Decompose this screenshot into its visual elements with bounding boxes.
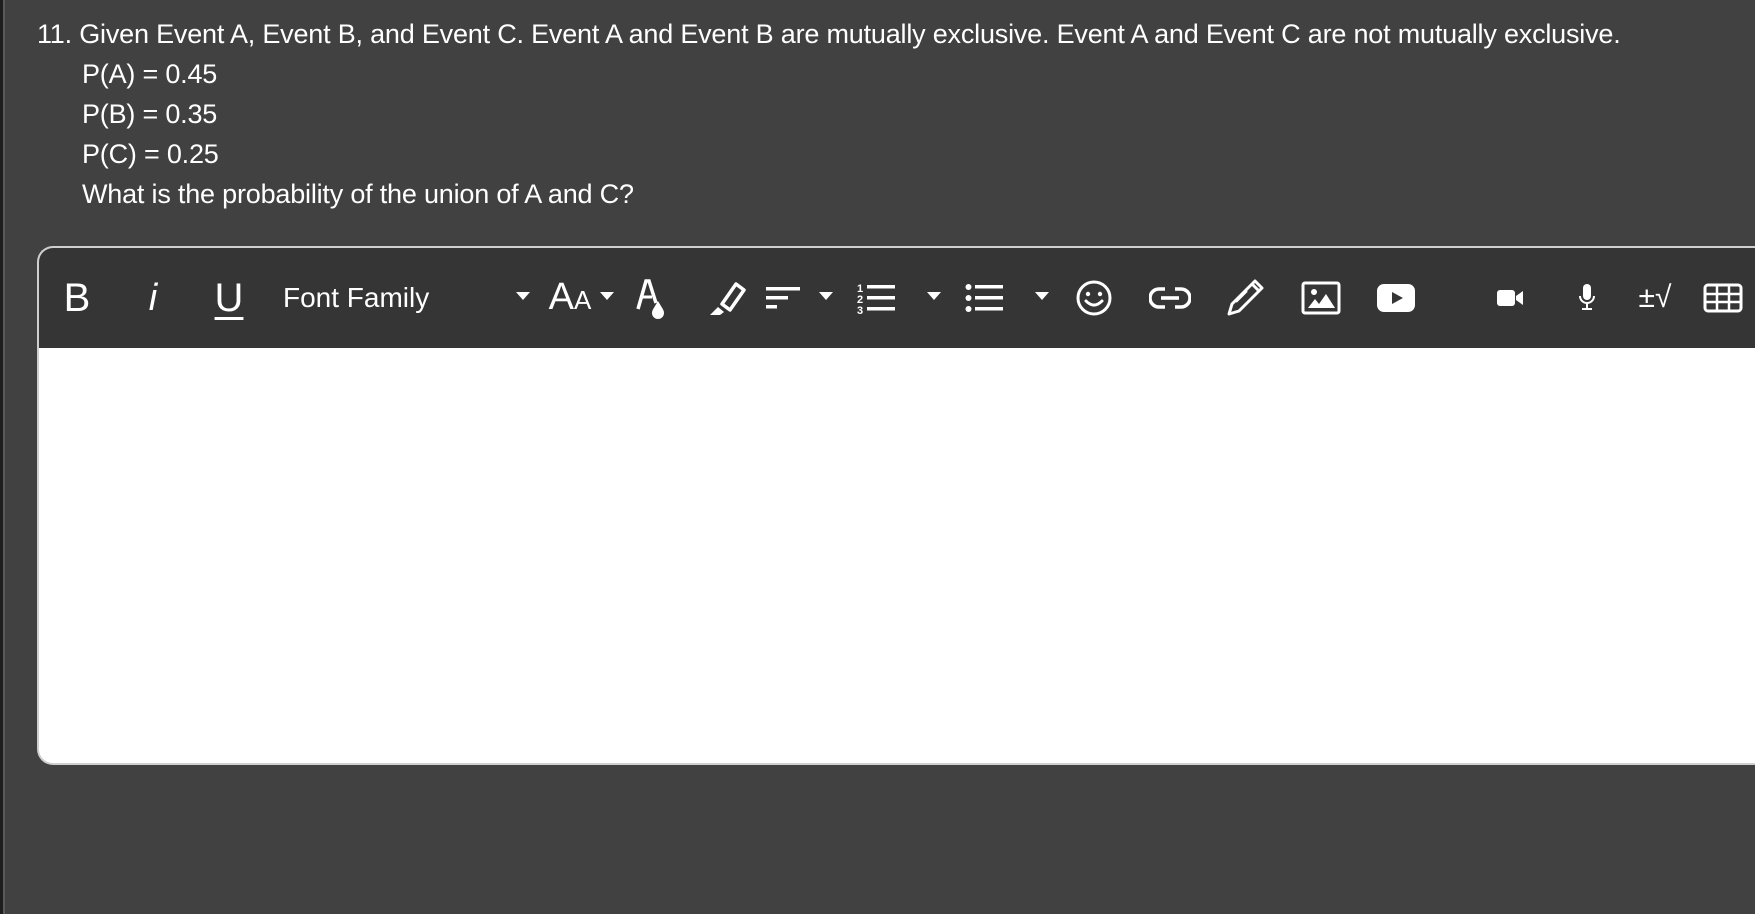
microphone-button[interactable] xyxy=(1567,276,1607,320)
video-button[interactable] xyxy=(1491,276,1531,320)
bold-icon: B xyxy=(63,275,91,320)
italic-icon: i xyxy=(148,276,158,319)
question-block: 11. Given Event A, Event B, and Event C.… xyxy=(37,14,1621,214)
italic-button[interactable]: i xyxy=(135,276,171,320)
bold-button[interactable]: B xyxy=(59,276,95,320)
link-icon xyxy=(1149,287,1191,309)
font-size-icon: AA xyxy=(548,275,592,318)
math-equation-button[interactable]: ±√ xyxy=(1631,276,1679,320)
rich-text-editor: B i U Font Family AA 1 2 3 ±√ xyxy=(37,246,1755,765)
question-stem: 11. Given Event A, Event B, and Event C.… xyxy=(37,14,1621,54)
align-caret-icon[interactable] xyxy=(819,292,833,300)
emoji-button[interactable] xyxy=(1072,276,1116,320)
link-button[interactable] xyxy=(1147,276,1193,320)
youtube-button[interactable] xyxy=(1374,276,1418,320)
window-edge-highlight xyxy=(3,0,5,914)
table-button[interactable] xyxy=(1701,276,1745,320)
emoji-icon xyxy=(1076,280,1112,316)
font-size-caret-icon[interactable] xyxy=(600,292,614,300)
probability-b: P(B) = 0.35 xyxy=(82,99,218,129)
image-button[interactable] xyxy=(1299,276,1343,320)
underline-icon: U xyxy=(214,275,244,320)
font-family-label: Font Family xyxy=(283,282,430,313)
question-number: 11. xyxy=(37,19,72,49)
probability-c: P(C) = 0.25 xyxy=(82,139,219,169)
svg-text:3: 3 xyxy=(857,305,863,315)
probability-a: P(A) = 0.45 xyxy=(82,59,218,89)
youtube-icon xyxy=(1377,284,1415,312)
underline-button[interactable]: U xyxy=(211,276,247,320)
highlight-icon xyxy=(710,282,746,315)
ordered-list-caret-icon[interactable] xyxy=(927,292,941,300)
table-icon xyxy=(1703,283,1743,313)
question-prompt: What is the probability of the union of … xyxy=(82,179,634,209)
editor-content-area[interactable] xyxy=(39,348,1755,763)
video-icon xyxy=(1497,290,1523,306)
draw-icon xyxy=(1227,279,1264,316)
math-equation-icon: ±√ xyxy=(1638,281,1672,314)
ordered-list-icon: 1 2 3 xyxy=(857,283,895,315)
highlight-button[interactable] xyxy=(705,276,749,320)
image-icon xyxy=(1301,281,1341,315)
draw-button[interactable] xyxy=(1223,276,1267,320)
font-family-dropdown[interactable]: Font Family xyxy=(283,276,429,320)
editor-toolbar: B i U Font Family AA 1 2 3 ±√ xyxy=(39,248,1755,348)
bullet-list-icon xyxy=(965,284,1003,312)
bullet-list-button[interactable] xyxy=(963,276,1007,320)
font-family-caret-icon[interactable] xyxy=(516,292,530,300)
align-button[interactable] xyxy=(764,276,804,320)
font-size-button[interactable]: AA xyxy=(541,276,599,320)
bullet-list-caret-icon[interactable] xyxy=(1035,292,1049,300)
text-color-icon xyxy=(636,279,664,319)
ordered-list-button[interactable]: 1 2 3 xyxy=(855,276,899,320)
question-text: Given Event A, Event B, and Event C. Eve… xyxy=(79,19,1621,49)
align-icon xyxy=(766,287,800,309)
microphone-icon xyxy=(1579,284,1595,310)
text-color-button[interactable] xyxy=(631,276,671,320)
